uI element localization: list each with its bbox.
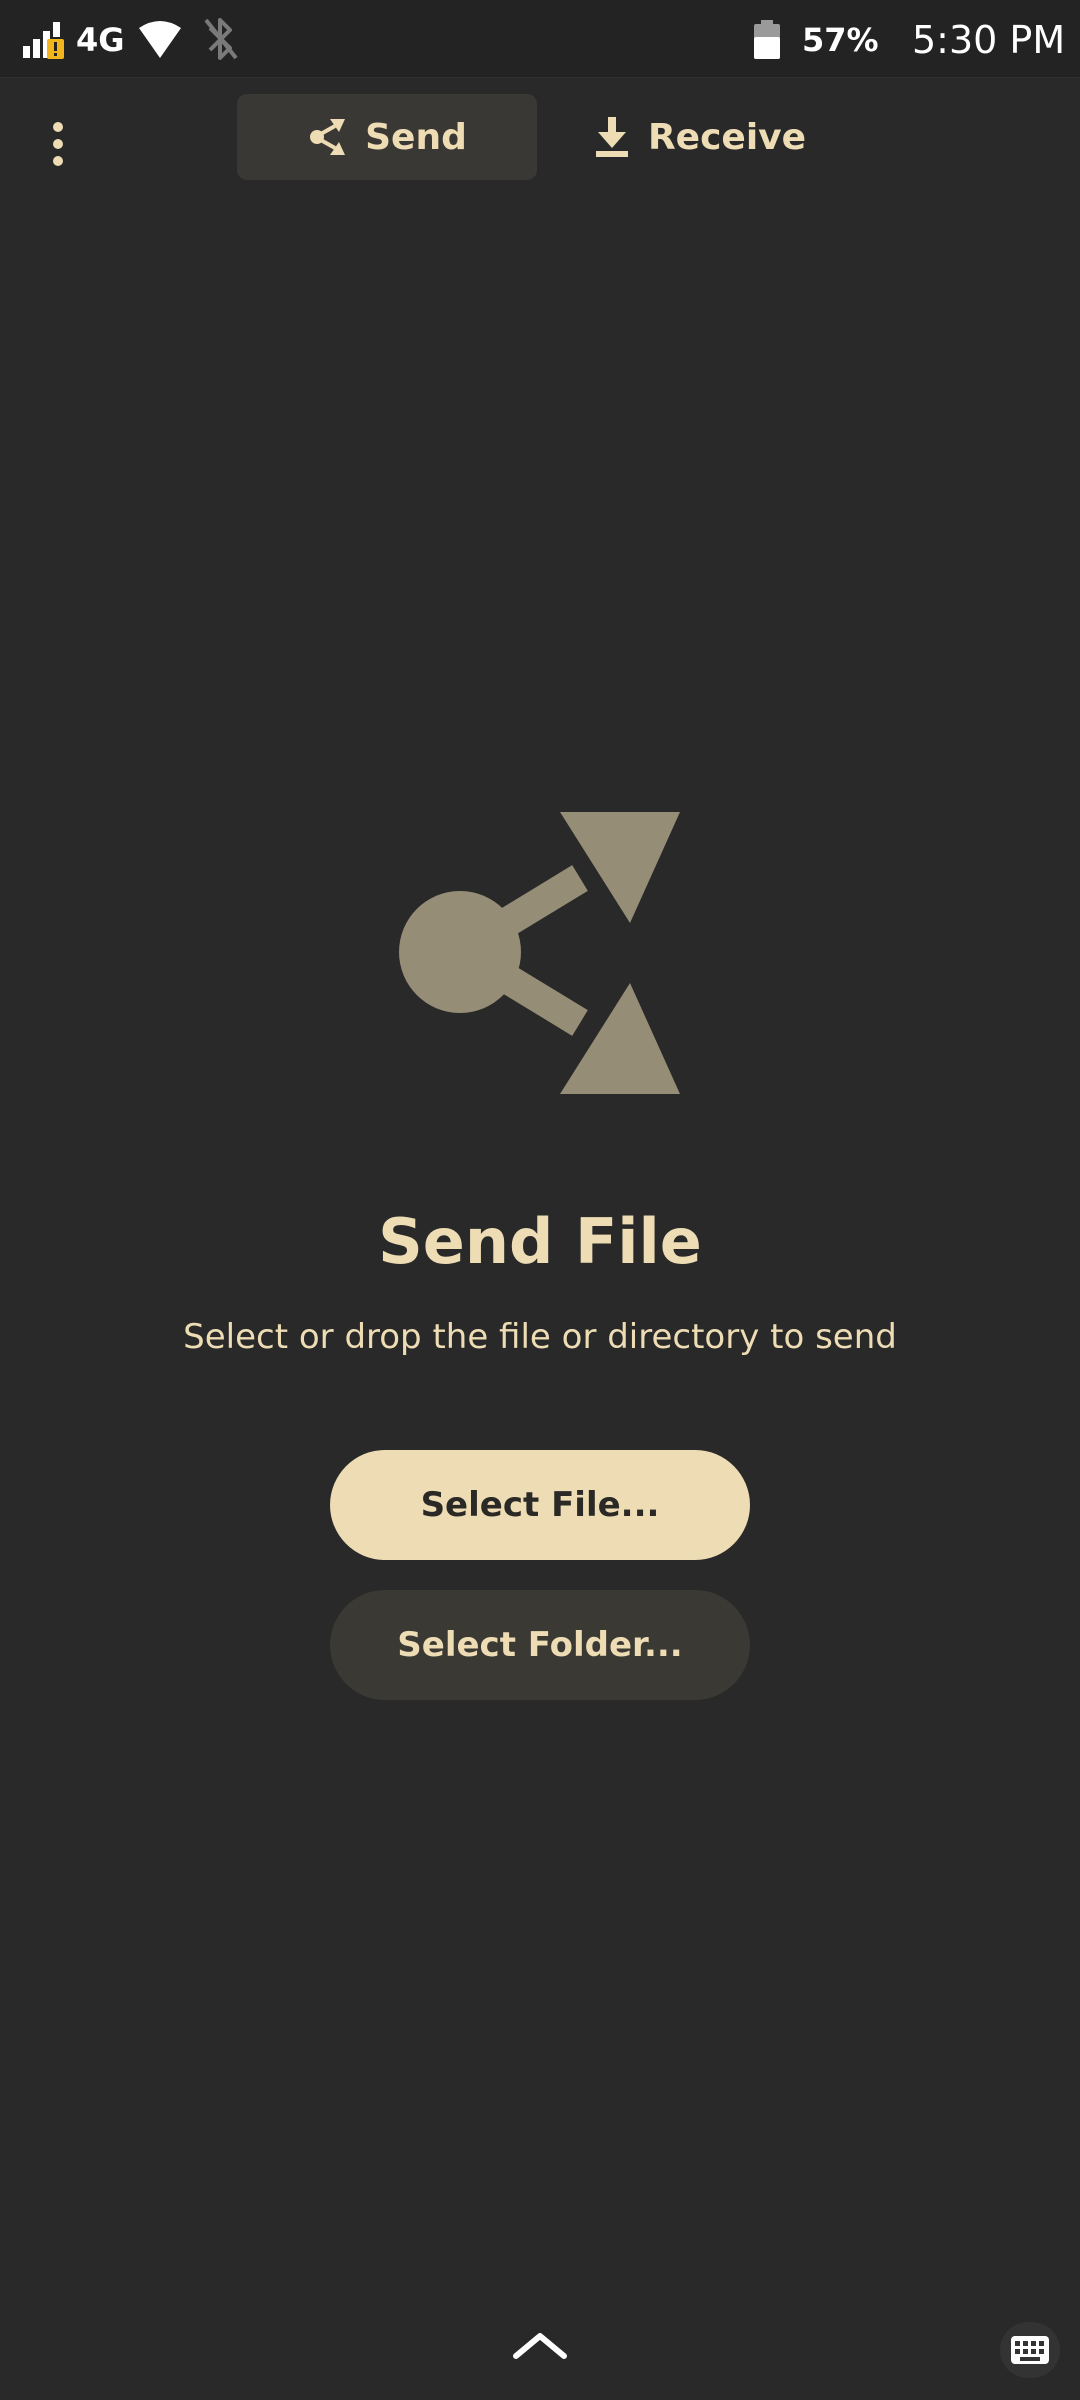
share-icon <box>310 119 346 155</box>
tab-send[interactable]: Send <box>237 94 537 180</box>
status-bar: 4G 57% 5:30 PM <box>0 0 1080 78</box>
tab-receive[interactable]: Receive <box>580 94 820 180</box>
keyboard-button[interactable] <box>1000 2322 1060 2378</box>
tab-receive-label: Receive <box>647 116 807 158</box>
battery-percent: 57% <box>802 21 879 59</box>
battery-icon <box>752 20 782 60</box>
tab-send-label: Send <box>365 116 467 158</box>
network-type: 4G <box>76 21 125 59</box>
navigation-handle[interactable] <box>505 2320 575 2370</box>
clock: 5:30 PM <box>912 18 1066 62</box>
chevron-up-icon <box>513 2333 567 2359</box>
wifi-icon <box>138 20 182 60</box>
more-vertical-icon <box>53 122 63 166</box>
page-title: Send File <box>378 1205 702 1278</box>
share-icon <box>395 808 685 1098</box>
page-subtitle: Select or drop the file or directory to … <box>183 1317 897 1357</box>
keyboard-icon <box>1011 2336 1049 2364</box>
download-icon <box>595 117 628 157</box>
signal-icon <box>22 18 64 60</box>
app-header: Send Receive <box>0 78 1080 198</box>
more-options-button[interactable] <box>20 106 96 182</box>
screen: 4G 57% 5:30 PM Send Receive Send File Se… <box>0 0 1080 2400</box>
select-file-button[interactable]: Select File... <box>330 1450 750 1560</box>
select-folder-button[interactable]: Select Folder... <box>330 1590 750 1700</box>
bluetooth-icon <box>200 16 240 62</box>
